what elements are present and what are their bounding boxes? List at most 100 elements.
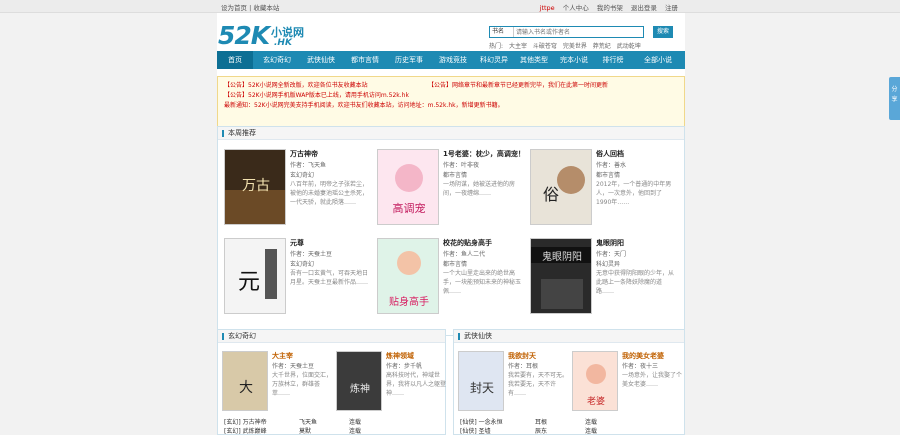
list-title[interactable]: [仙侠] 圣墟 xyxy=(460,426,491,435)
nav-all[interactable]: 全部小说 xyxy=(635,51,681,69)
nav-other[interactable]: 其他类型 xyxy=(515,51,553,69)
book-cover[interactable]: 炼神 xyxy=(336,351,382,411)
svg-text:高调宠: 高调宠 xyxy=(393,201,426,215)
book-cover[interactable]: 鬼眼阴阳 xyxy=(530,238,592,314)
hot-link[interactable]: 武动乾坤 xyxy=(617,43,641,50)
book-title[interactable]: 大主宰 xyxy=(272,351,293,361)
book-title[interactable]: 我欲封天 xyxy=(508,351,536,361)
book-category: 都市言情 xyxy=(596,172,621,179)
book-card[interactable]: 炼神 炼神领域 作者：步千帆 高科技时代，神域世界，我将以凡人之躯登神…… xyxy=(336,351,451,417)
book-title[interactable]: 万古神帝 xyxy=(290,149,372,159)
book-author: 作者：善水 xyxy=(596,162,627,169)
nav-lishi[interactable]: 历史军事 xyxy=(389,51,429,69)
section-title: 玄幻奇幻 xyxy=(228,332,256,340)
book-card[interactable]: 元 元尊 作者：天蚕土豆 玄幻奇幻 吾有一口玄黄气，可吞天地日月星。天蚕土豆最新… xyxy=(224,238,374,316)
topbar-links[interactable]: 设为首页 | 收藏本站 xyxy=(221,2,279,12)
nav-xuanhuan[interactable]: 玄幻奇幻 xyxy=(257,51,297,69)
book-cover[interactable]: 封天 xyxy=(458,351,504,411)
nav-rank[interactable]: 排行榜 xyxy=(595,51,631,69)
nav-finished[interactable]: 完本小说 xyxy=(555,51,593,69)
logout-link[interactable]: 退出登录 xyxy=(631,4,657,12)
book-card[interactable]: 贴身高手 校花的贴身高手 作者：鱼人二代 都市言情 一个大山里走出来的绝世高手，… xyxy=(377,238,527,316)
book-cover[interactable]: 大 xyxy=(222,351,268,411)
notice-text[interactable]: 52K小说网手机版WAP版本已上线，请用手机访问m.52k.hk xyxy=(248,92,409,99)
notice-text[interactable]: 网络章节和最新章节已经更新完毕，我们在此第一时间更新 xyxy=(452,82,608,89)
hot-link[interactable]: 大主宰 xyxy=(509,43,527,50)
book-card[interactable]: 万古 万古神帝 作者：飞天鱼 玄幻奇幻 八百年前，明帝之子张若尘，被他的未婚妻池… xyxy=(224,149,374,227)
list-title[interactable]: [仙侠] 一念永恒 xyxy=(460,417,503,426)
book-title[interactable]: 炼神领域 xyxy=(386,351,414,361)
book-cover[interactable]: 万古 xyxy=(224,149,286,225)
bookshelf-link[interactable]: 我的书架 xyxy=(597,4,623,12)
notice-tag: 最新通知： xyxy=(224,102,255,109)
book-card[interactable]: 俗 俗人回档 作者：善水 都市言情 2012年，一个普通的中年男人，一次意外，他… xyxy=(530,149,680,227)
register-link[interactable]: 注册 xyxy=(665,4,678,12)
notice-text[interactable]: 52K小说网完美支持手机阅读，欢迎书友们收藏本站，访问地址：m.52k.hk，新… xyxy=(254,102,504,109)
logo-domain: .HK xyxy=(274,38,292,48)
svg-text:大: 大 xyxy=(239,380,253,396)
book-category: 玄幻奇幻 xyxy=(290,172,315,179)
hot-link[interactable]: 完美世界 xyxy=(563,43,587,50)
book-card[interactable]: 鬼眼阴阳 鬼眼阴阳 作者：天门 科幻灵异 无意中获得阴阳眼的少年，从此踏上一条降… xyxy=(530,238,680,316)
section-bar xyxy=(222,130,224,137)
book-title[interactable]: 元尊 xyxy=(290,238,372,248)
search-type-select[interactable]: 书名 xyxy=(490,27,514,37)
book-author: 作者：天蚕土豆 xyxy=(272,363,315,370)
user-center-link[interactable]: 个人中心 xyxy=(563,4,589,12)
list-title[interactable]: [玄幻] 武炼巅峰 xyxy=(224,426,267,435)
book-category: 科幻灵异 xyxy=(596,261,621,268)
list-author: 莫默 xyxy=(299,428,312,435)
book-cover[interactable]: 元 xyxy=(224,238,286,314)
book-cover[interactable]: 贴身高手 xyxy=(377,238,439,314)
svg-text:俗: 俗 xyxy=(543,185,559,204)
nav-wuxia[interactable]: 武侠仙侠 xyxy=(301,51,341,69)
username-link[interactable]: jttpe xyxy=(540,4,555,12)
list-status: 连载 xyxy=(585,428,598,435)
book-title[interactable]: 1号老婆：枕少，高调宠！ xyxy=(443,149,525,159)
section-bar xyxy=(458,333,460,340)
notice-text[interactable]: 52K小说网全新改版，欢迎各位书友收藏本站 xyxy=(248,82,368,89)
book-card[interactable]: 封天 我欲封天 作者：耳根 我若要有，天不可无。我若要无，天不许有…… xyxy=(458,351,573,417)
book-cover[interactable]: 高调宠 xyxy=(377,149,439,225)
search-button[interactable]: 搜索 xyxy=(653,26,673,38)
nav-youxi[interactable]: 游戏竞技 xyxy=(433,51,473,69)
notice-tag: 【公告】 xyxy=(224,92,249,99)
svg-text:鬼眼阴阳: 鬼眼阴阳 xyxy=(542,250,582,263)
share-tab[interactable]: 分 享 xyxy=(889,77,900,120)
book-title[interactable]: 校花的贴身高手 xyxy=(443,238,525,248)
svg-text:封天: 封天 xyxy=(470,381,494,395)
hot-link[interactable]: 斗破苍穹 xyxy=(533,43,557,50)
book-card[interactable]: 高调宠 1号老婆：枕少，高调宠！ 作者：叶非夜 都市言情 一场阴谋，她被送进他的… xyxy=(377,149,527,227)
book-author: 作者：叶非夜 xyxy=(443,162,480,169)
nav-home[interactable]: 首页 xyxy=(217,51,253,69)
book-card[interactable]: 老婆 我的美女老婆 作者：夜十三 一场意外，让我娶了个美女老婆…… xyxy=(572,351,687,417)
book-title[interactable]: 俗人回档 xyxy=(596,149,678,159)
list-title[interactable]: [玄幻] 万古神帝 xyxy=(224,417,267,426)
weekly-section: 本周推荐 万古 万古神帝 作者：飞天鱼 玄幻奇幻 八百年前，明帝之子张若尘，被他… xyxy=(217,126,685,336)
book-title[interactable]: 鬼眼阴阳 xyxy=(596,238,678,248)
book-author: 作者：步千帆 xyxy=(386,363,423,370)
book-desc: 无意中获得阴阳眼的少年，从此踏上一条降妖除魔的道路…… xyxy=(596,270,675,295)
book-author: 作者：耳根 xyxy=(508,363,539,370)
hot-link[interactable]: 莽荒纪 xyxy=(593,43,611,50)
book-card[interactable]: 大 大主宰 作者：天蚕土豆 大千世界，位面交汇，万族林立，群雄荟萃…… xyxy=(222,351,337,417)
top-bar: 设为首页 | 收藏本站 jttpe 个人中心 我的书架 退出登录 注册 xyxy=(0,0,900,13)
nav-kehuan[interactable]: 科幻灵异 xyxy=(475,51,513,69)
book-desc: 一个大山里走出来的绝世高手，一块能预知未来的神秘玉佩…… xyxy=(443,270,522,295)
book-cover[interactable]: 老婆 xyxy=(572,351,618,411)
main-nav: 首页 玄幻奇幻 武侠仙侠 都市言情 历史军事 游戏竞技 科幻灵异 其他类型 完本… xyxy=(217,51,685,69)
search-input[interactable] xyxy=(516,27,616,37)
book-desc: 高科技时代，神域世界，我将以凡人之躯登神…… xyxy=(386,372,447,397)
book-list: [仙侠] 一念永恒 耳根 连载 [仙侠] 圣墟 辰东 连载 xyxy=(460,417,678,435)
svg-text:贴身高手: 贴身高手 xyxy=(389,295,429,308)
notice-tag: 【公告】 xyxy=(224,82,249,89)
book-cover[interactable]: 俗 xyxy=(530,149,592,225)
book-desc: 八百年前，明帝之子张若尘，被他的未婚妻池瑶公主杀死，一代天骄，就此陨落…… xyxy=(290,181,369,206)
share-char: 享 xyxy=(891,96,898,103)
book-desc: 一场意外，让我娶了个美女老婆…… xyxy=(622,372,683,388)
book-title[interactable]: 我的美女老婆 xyxy=(622,351,664,361)
nav-dushi[interactable]: 都市言情 xyxy=(345,51,385,69)
notice-row: 【公告】52K小说网手机版WAP版本已上线，请用手机访问m.52k.hk xyxy=(224,91,678,101)
section-bar xyxy=(222,333,224,340)
section-header: 本周推荐 xyxy=(218,127,684,140)
